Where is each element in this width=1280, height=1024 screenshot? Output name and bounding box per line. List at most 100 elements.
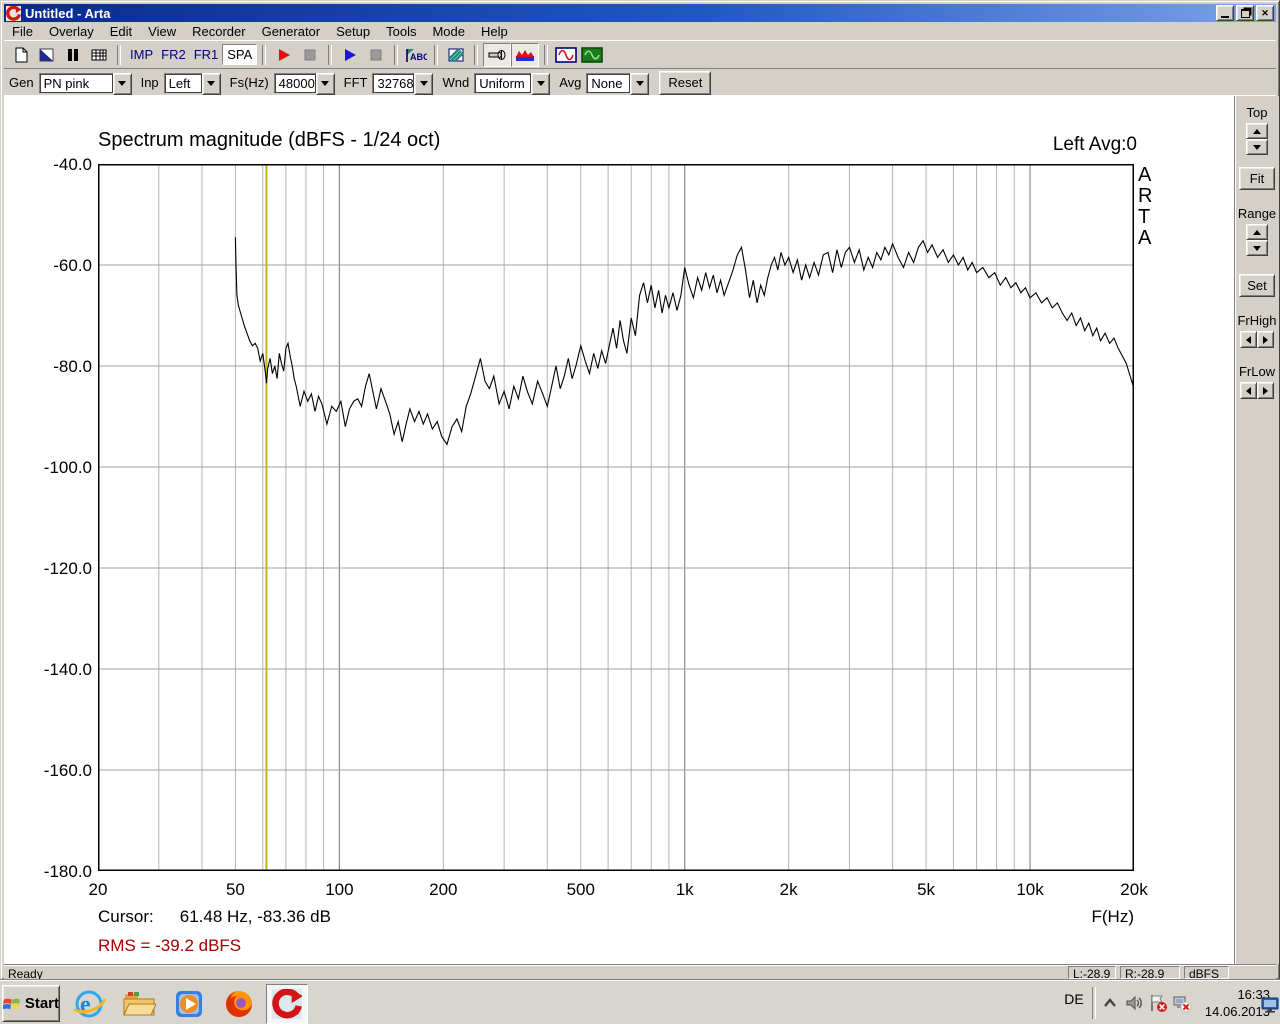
cursor-readout-button[interactable]: ABC [403, 44, 429, 66]
red-play-icon [279, 48, 291, 61]
main-toolbar: IMP FR2 FR1 SPA ABC [4, 40, 1276, 68]
frlow-label: FrLow [1238, 364, 1276, 379]
signal-meter-icon [516, 49, 535, 61]
range-down-button[interactable] [1246, 240, 1268, 256]
stop-icon [370, 49, 382, 60]
cursor-readout-value: 61.48 Hz, -83.36 dB [179, 907, 331, 926]
toolbar-separator [434, 44, 439, 65]
chart-client-area: Spectrum magnitude (dBFS - 1/24 oct) Lef… [4, 96, 1276, 964]
inp-dropdown-icon[interactable] [201, 72, 221, 95]
firefox-icon[interactable] [222, 987, 256, 1021]
fft-select[interactable]: 32768 [372, 72, 434, 95]
internet-explorer-icon[interactable]: e [72, 987, 106, 1021]
menu-mode[interactable]: Mode [424, 23, 473, 40]
menu-view[interactable]: View [140, 23, 184, 40]
sine-generator-button[interactable] [553, 44, 579, 66]
inp-select[interactable]: Left [163, 72, 221, 95]
abc-cursor-icon: ABC [406, 48, 427, 62]
microphone-button[interactable] [483, 42, 512, 67]
unit-indicator: dBFS [1184, 966, 1229, 981]
fit-button[interactable]: Fit [1239, 167, 1275, 190]
toolbar-separator [262, 44, 267, 65]
frlow-right-button[interactable] [1257, 382, 1274, 399]
mode-fr2-button[interactable]: FR2 [157, 45, 190, 64]
sine-wave-icon [555, 46, 578, 63]
reset-button[interactable]: Reset [659, 70, 712, 95]
media-player-icon[interactable] [172, 987, 206, 1021]
menu-generator[interactable]: Generator [254, 23, 329, 40]
language-indicator[interactable]: DE [1060, 991, 1088, 1007]
y-axis-tick: -80.0 [53, 357, 92, 376]
gen-select[interactable]: PN pink [38, 72, 132, 95]
gen-value: PN pink [38, 72, 113, 93]
overlay-icon [39, 48, 54, 61]
start-button-label: Start [24, 995, 59, 1012]
fs-label: Fs(Hz) [229, 75, 269, 90]
frhigh-left-button[interactable] [1240, 331, 1257, 348]
start-button[interactable]: Start [2, 985, 60, 1022]
frlow-left-button[interactable] [1240, 382, 1257, 399]
frlow-spinner [1240, 382, 1274, 399]
avg-dropdown-icon[interactable] [630, 72, 650, 95]
menu-bar: File Overlay Edit View Recorder Generato… [4, 22, 1276, 40]
spectrum-plot[interactable] [98, 164, 1134, 871]
frhigh-right-button[interactable] [1257, 331, 1274, 348]
range-up-button[interactable] [1246, 224, 1268, 240]
tray-expand-icon[interactable] [1100, 993, 1120, 1013]
microphone-icon [488, 49, 506, 60]
minimize-button[interactable] [1216, 5, 1234, 21]
menu-recorder[interactable]: Recorder [184, 23, 253, 40]
x-axis-tick: 10k [1016, 880, 1044, 899]
record-start-button[interactable] [271, 44, 297, 66]
action-center-flag-icon[interactable] [1148, 993, 1168, 1013]
top-up-button[interactable] [1246, 123, 1268, 139]
mode-fr1-button[interactable]: FR1 [190, 45, 223, 64]
volume-icon[interactable] [1124, 993, 1144, 1013]
mode-spa-button[interactable]: SPA [222, 44, 258, 65]
arta-taskbar-button[interactable] [266, 984, 308, 1024]
wnd-dropdown-icon[interactable] [531, 72, 551, 95]
set-button[interactable]: Set [1239, 274, 1275, 297]
show-desktop-icon[interactable] [1260, 995, 1280, 1015]
record-stop-button[interactable] [297, 44, 323, 66]
windows-logo-icon [3, 998, 20, 1009]
menu-file[interactable]: File [4, 23, 41, 40]
close-button[interactable]: ✕ [1256, 5, 1274, 21]
fft-label: FFT [343, 75, 368, 90]
restore-button[interactable] [1236, 5, 1254, 21]
plot-border [98, 164, 1134, 871]
frhigh-label: FrHigh [1237, 313, 1277, 328]
generator-stop-button[interactable] [363, 44, 389, 66]
menu-edit[interactable]: Edit [102, 23, 140, 40]
menu-overlay[interactable]: Overlay [41, 23, 102, 40]
menu-help[interactable]: Help [473, 23, 516, 40]
bars-icon [68, 48, 78, 61]
signal-generator-button[interactable] [579, 44, 605, 66]
fs-dropdown-icon[interactable] [315, 72, 335, 95]
x-axis-tick: 200 [429, 880, 458, 899]
spectrogram-button[interactable] [443, 44, 469, 66]
avg-select[interactable]: None [586, 72, 650, 95]
x-axis-tick: 100 [325, 880, 354, 899]
x-axis-title: F(Hz) [1091, 907, 1134, 926]
new-file-button[interactable] [8, 44, 34, 66]
overlay-button[interactable] [34, 44, 60, 66]
status-bar: Ready L:-28.9 R:-28.9 dBFS [4, 964, 1276, 981]
y-axis-tick: -140.0 [43, 660, 92, 679]
wnd-select[interactable]: Uniform [474, 72, 551, 95]
gen-dropdown-icon[interactable] [112, 72, 132, 95]
gate-button[interactable] [60, 44, 86, 66]
mode-imp-button[interactable]: IMP [126, 45, 157, 64]
top-down-button[interactable] [1246, 139, 1268, 155]
table-button[interactable] [86, 44, 112, 66]
fs-select[interactable]: 48000 [273, 72, 335, 95]
plot-control-panel: Top Fit Range Set FrHigh FrLow [1234, 96, 1279, 964]
fft-dropdown-icon[interactable] [414, 72, 434, 95]
menu-tools[interactable]: Tools [378, 23, 424, 40]
menu-setup[interactable]: Setup [328, 23, 378, 40]
clock[interactable]: 16:33 14.06.2013 [1188, 986, 1270, 1020]
file-explorer-icon[interactable] [122, 987, 156, 1021]
svg-text:ABC: ABC [410, 52, 427, 62]
level-meter-button[interactable] [511, 42, 540, 67]
generator-start-button[interactable] [337, 44, 363, 66]
